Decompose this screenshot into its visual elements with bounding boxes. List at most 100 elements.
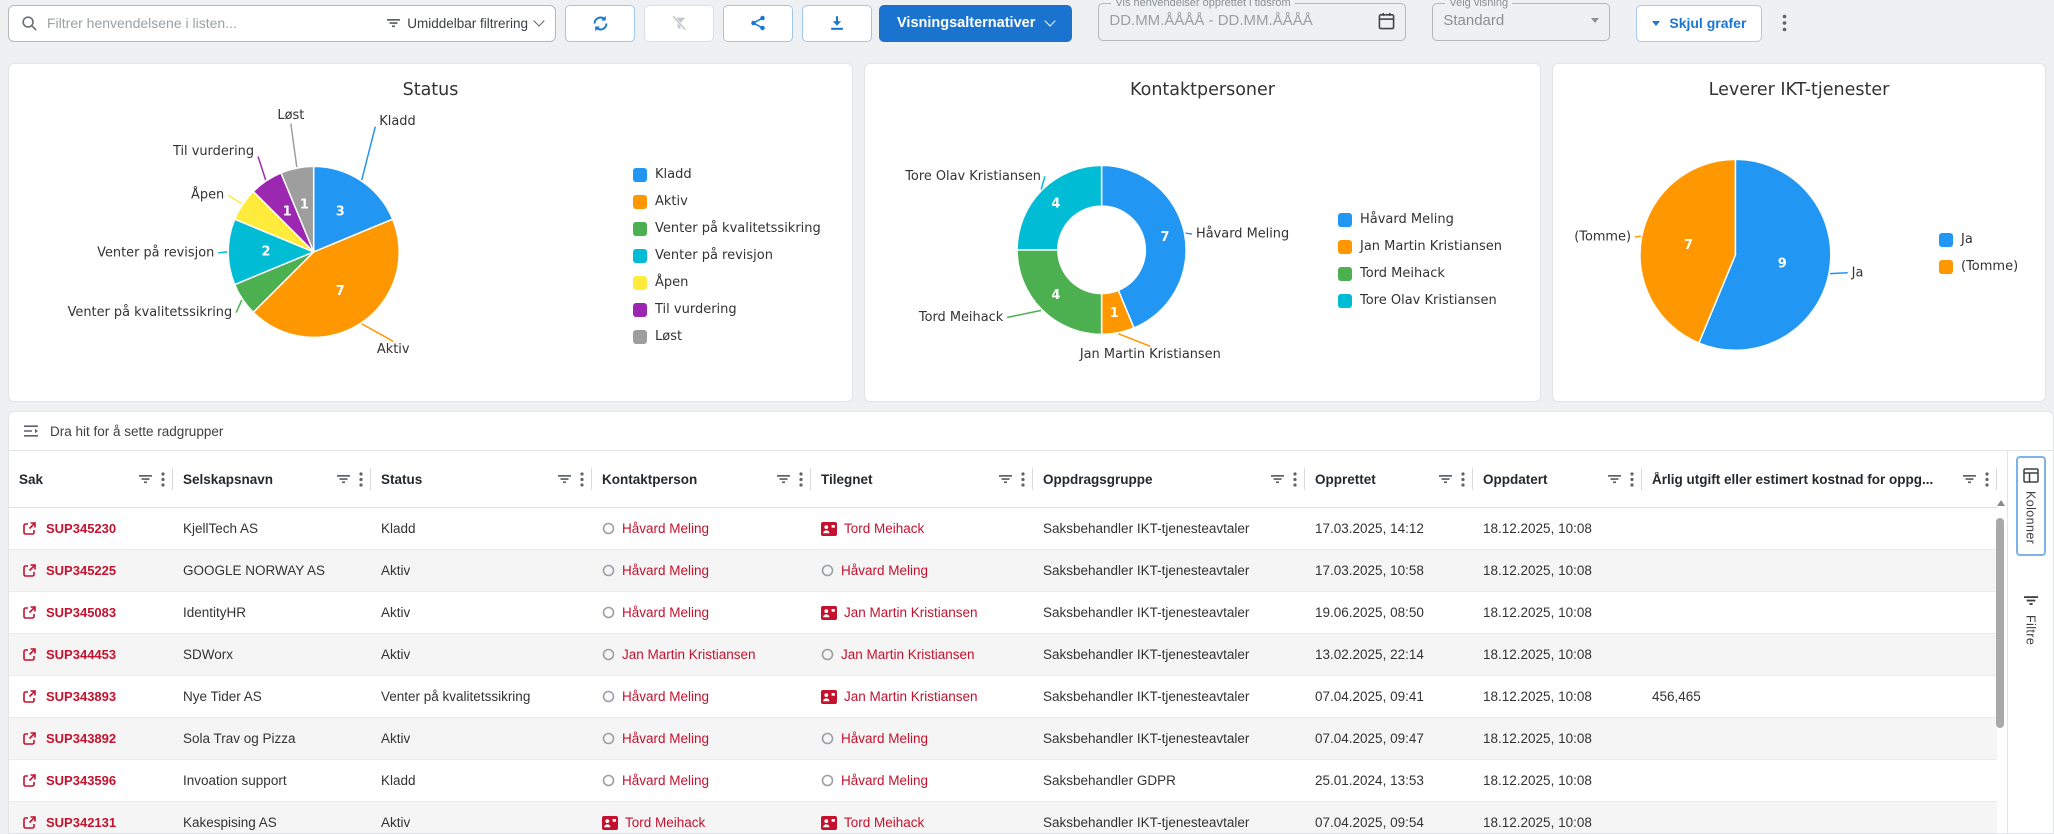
column-filter-icon[interactable]: [1439, 473, 1452, 485]
open-case-icon[interactable]: [22, 689, 37, 704]
open-case-icon[interactable]: [22, 773, 37, 788]
legend-item-tord-meihack[interactable]: Tord Meihack: [1338, 260, 1502, 287]
table-row[interactable]: SUP343893Nye Tider ASVenter på kvalitets…: [9, 676, 1997, 718]
person-link[interactable]: Jan Martin Kristiansen: [844, 605, 978, 620]
person-link[interactable]: Håvard Meling: [622, 731, 709, 746]
table-row[interactable]: SUP345225GOOGLE NORWAY ASAktivHåvard Mel…: [9, 550, 1997, 592]
column-header-rlig-utgift-eller-estimert-kostnad-for-oppg[interactable]: Årlig utgift eller estimert kostnad for …: [1642, 451, 1997, 507]
toolbar-menu-button[interactable]: [1778, 10, 1791, 36]
column-filter-icon[interactable]: [139, 473, 152, 485]
hide-charts-button[interactable]: Skjul grafer: [1636, 5, 1762, 42]
open-case-icon[interactable]: [22, 815, 37, 830]
person-link[interactable]: Håvard Meling: [622, 773, 709, 788]
legend-item-venter-p-kvalitetssikring[interactable]: Venter på kvalitetssikring: [633, 215, 821, 242]
legend-item-til-vurdering[interactable]: Til vurdering: [633, 296, 821, 323]
person-link[interactable]: Tord Meihack: [844, 521, 924, 536]
legend-item-aktiv[interactable]: Aktiv: [633, 188, 821, 215]
column-menu-icon[interactable]: [799, 472, 803, 487]
legend-item-jan-martin-kristiansen[interactable]: Jan Martin Kristiansen: [1338, 233, 1502, 260]
legend-item-tore-olav-kristiansen[interactable]: Tore Olav Kristiansen: [1338, 287, 1502, 314]
column-header-oppdragsgruppe[interactable]: Oppdragsgruppe: [1033, 451, 1305, 507]
column-menu-icon[interactable]: [1630, 472, 1634, 487]
filter-mode-dropdown[interactable]: Umiddelbar filtrering: [387, 16, 543, 31]
side-tab-kolonner[interactable]: Kolonner: [2016, 456, 2046, 556]
person-link[interactable]: Håvard Meling: [841, 773, 928, 788]
search-input[interactable]: Filtrer henvendelsene i listen... Umidde…: [8, 5, 556, 42]
side-tab-filtre[interactable]: Filtre: [2017, 582, 2045, 657]
case-link[interactable]: SUP344453: [46, 647, 116, 662]
column-filter-icon[interactable]: [999, 473, 1012, 485]
download-button[interactable]: [802, 5, 872, 42]
calendar-button[interactable]: [1378, 12, 1395, 30]
case-link[interactable]: SUP345083: [46, 605, 116, 620]
column-filter-icon[interactable]: [337, 473, 350, 485]
column-header-status[interactable]: Status: [371, 451, 592, 507]
person-link[interactable]: Jan Martin Kristiansen: [844, 689, 978, 704]
legend-item-tomme[interactable]: (Tomme): [1939, 253, 2018, 280]
person-link[interactable]: Jan Martin Kristiansen: [622, 647, 756, 662]
person-link[interactable]: Håvard Meling: [622, 605, 709, 620]
column-header-selskapsnavn[interactable]: Selskapsnavn: [173, 451, 371, 507]
open-case-icon[interactable]: [22, 647, 37, 662]
person-link[interactable]: Håvard Meling: [622, 521, 709, 536]
case-link[interactable]: SUP343893: [46, 689, 116, 704]
case-link[interactable]: SUP345225: [46, 563, 116, 578]
column-filter-icon[interactable]: [558, 473, 571, 485]
legend-item-ja[interactable]: Ja: [1939, 226, 2018, 253]
column-header-opprettet[interactable]: Opprettet: [1305, 451, 1473, 507]
column-menu-icon[interactable]: [359, 472, 363, 487]
scrollbar-thumb[interactable]: [1996, 518, 2004, 728]
column-header-oppdatert[interactable]: Oppdatert: [1473, 451, 1642, 507]
column-menu-icon[interactable]: [1461, 472, 1465, 487]
scroll-up-icon[interactable]: [1997, 500, 2005, 506]
date-range-field[interactable]: Vis henvendelser opprettet i tidsrom DD.…: [1098, 0, 1406, 41]
person-link[interactable]: Håvard Meling: [841, 731, 928, 746]
column-filter-icon[interactable]: [1271, 473, 1284, 485]
person-link[interactable]: Jan Martin Kristiansen: [841, 647, 975, 662]
column-menu-icon[interactable]: [161, 472, 165, 487]
view-options-button[interactable]: Visningsalternativer: [879, 5, 1072, 42]
legend-item-kladd[interactable]: Kladd: [633, 161, 821, 188]
legend-item-l-st[interactable]: Løst: [633, 323, 821, 350]
open-case-icon[interactable]: [22, 605, 37, 620]
column-filter-icon[interactable]: [777, 473, 790, 485]
person-link[interactable]: Håvard Meling: [841, 563, 928, 578]
legend-item-h-vard-meling[interactable]: Håvard Meling: [1338, 206, 1502, 233]
status-cell: Aktiv: [371, 718, 592, 759]
person-link[interactable]: Håvard Meling: [622, 563, 709, 578]
table-row[interactable]: SUP345083IdentityHRAktivHåvard MelingJan…: [9, 592, 1997, 634]
table-row[interactable]: SUP343892Sola Trav og PizzaAktivHåvard M…: [9, 718, 1997, 760]
case-link[interactable]: SUP343892: [46, 731, 116, 746]
person-link[interactable]: Tord Meihack: [625, 815, 705, 830]
column-menu-icon[interactable]: [1293, 472, 1297, 487]
case-link[interactable]: SUP342131: [46, 815, 116, 830]
column-menu-icon[interactable]: [580, 472, 584, 487]
column-filter-icon[interactable]: [1608, 473, 1621, 485]
column-header-tilegnet[interactable]: Tilegnet: [811, 451, 1033, 507]
refresh-button[interactable]: [565, 5, 635, 42]
column-header-sak[interactable]: Sak: [9, 451, 173, 507]
open-case-icon[interactable]: [22, 731, 37, 746]
table-row[interactable]: SUP342131Kakespising ASAktivTord Meihack…: [9, 802, 1997, 834]
legend-item-pen[interactable]: Åpen: [633, 269, 821, 296]
clear-filter-button[interactable]: [644, 5, 714, 42]
table-row[interactable]: SUP343596Invoation supportKladdHåvard Me…: [9, 760, 1997, 802]
table-row[interactable]: SUP344453SDWorxAktivJan Martin Kristians…: [9, 634, 1997, 676]
person-link[interactable]: Håvard Meling: [622, 689, 709, 704]
vertical-scrollbar[interactable]: [1996, 500, 2005, 833]
column-menu-icon[interactable]: [1985, 472, 1989, 487]
open-case-icon[interactable]: [22, 563, 37, 578]
pie-slice-label: Venter på kvalitetssikring: [68, 305, 233, 320]
column-header-kontaktperson[interactable]: Kontaktperson: [592, 451, 811, 507]
legend-item-venter-p-revisjon[interactable]: Venter på revisjon: [633, 242, 821, 269]
row-group-dropzone[interactable]: Dra hit for å sette radgrupper: [9, 412, 2053, 451]
table-row[interactable]: SUP345230KjellTech ASKladdHåvard MelingT…: [9, 508, 1997, 550]
person-link[interactable]: Tord Meihack: [844, 815, 924, 830]
open-case-icon[interactable]: [22, 521, 37, 536]
view-select[interactable]: Velg visning Standard: [1432, 0, 1610, 41]
case-link[interactable]: SUP345230: [46, 521, 116, 536]
share-button[interactable]: [723, 5, 793, 42]
case-link[interactable]: SUP343596: [46, 773, 116, 788]
column-menu-icon[interactable]: [1021, 472, 1025, 487]
column-filter-icon[interactable]: [1963, 473, 1976, 485]
